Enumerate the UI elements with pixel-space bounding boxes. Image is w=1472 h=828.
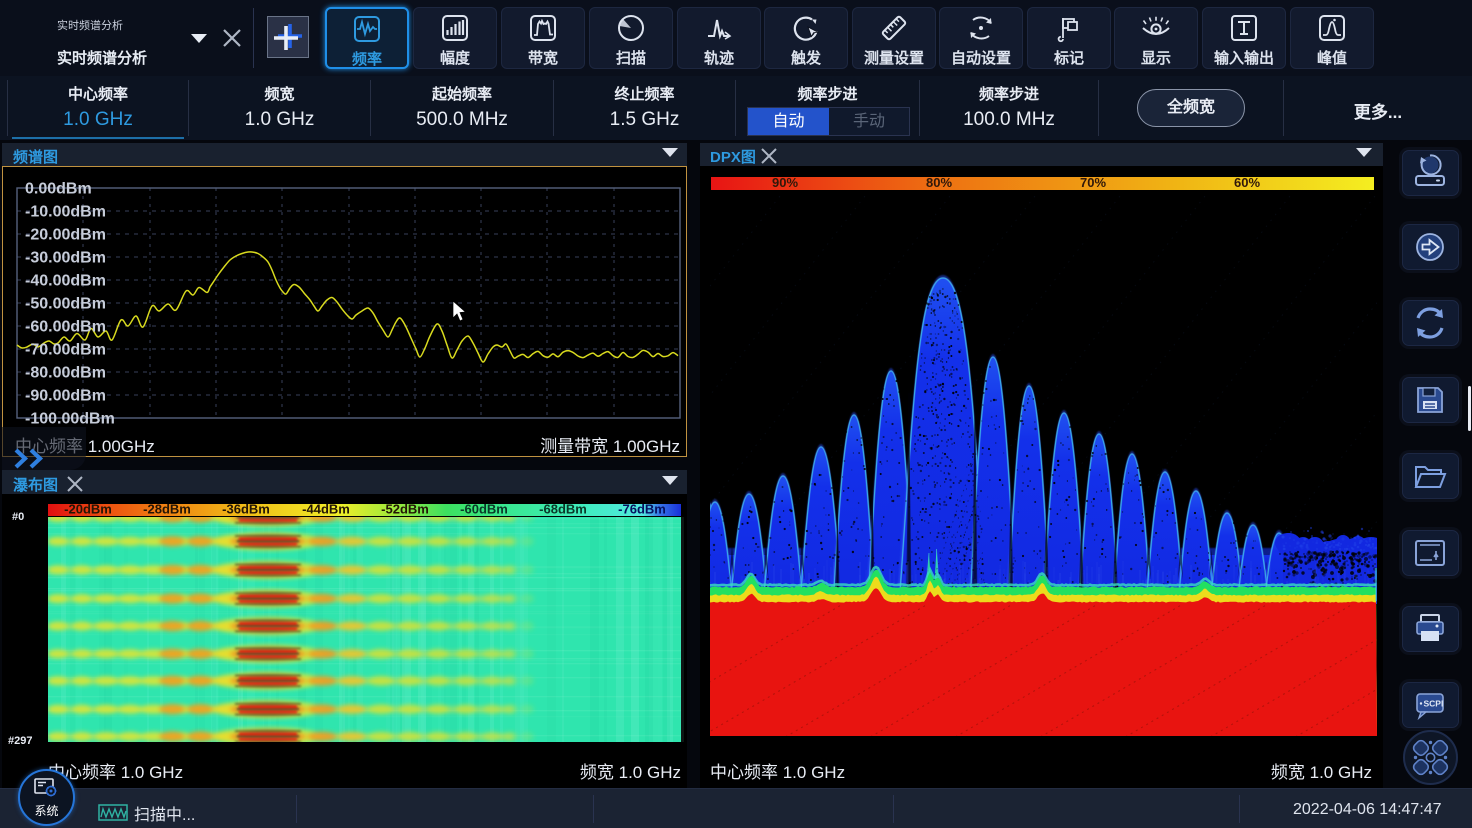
svg-text:-68dBm: -68dBm (539, 502, 587, 517)
svg-text:-100.00dBm: -100.00dBm (25, 411, 115, 428)
svg-text:-76dBm: -76dBm (618, 502, 666, 517)
svg-text:70%: 70% (1080, 175, 1106, 190)
svg-text:60%: 60% (1234, 175, 1260, 190)
svg-text:-70.00dBm: -70.00dBm (25, 342, 106, 359)
svg-text:#297: #297 (8, 735, 32, 747)
svg-text:SCPI: SCPI (1424, 699, 1444, 709)
svg-text:-44dBm: -44dBm (302, 502, 350, 517)
svg-text:80%: 80% (926, 175, 952, 190)
svg-text:-80.00dBm: -80.00dBm (25, 365, 106, 382)
svg-text:-30.00dBm: -30.00dBm (25, 250, 106, 267)
svg-text:-52dBm: -52dBm (381, 502, 429, 517)
svg-text:-10.00dBm: -10.00dBm (25, 204, 106, 221)
svg-text:-90.00dBm: -90.00dBm (25, 388, 106, 405)
svg-text:-50.00dBm: -50.00dBm (25, 296, 106, 313)
svg-text:-60.00dBm: -60.00dBm (25, 319, 106, 336)
svg-text:-60dBm: -60dBm (460, 502, 508, 517)
svg-text:90%: 90% (772, 175, 798, 190)
svg-text:#0: #0 (12, 511, 24, 523)
svg-text:-28dBm: -28dBm (143, 502, 191, 517)
svg-text:-20dBm: -20dBm (64, 502, 112, 517)
svg-text:-36dBm: -36dBm (222, 502, 270, 517)
svg-text:-40.00dBm: -40.00dBm (25, 273, 106, 290)
svg-text:-20.00dBm: -20.00dBm (25, 227, 106, 244)
svg-text:0.00dBm: 0.00dBm (25, 181, 92, 198)
